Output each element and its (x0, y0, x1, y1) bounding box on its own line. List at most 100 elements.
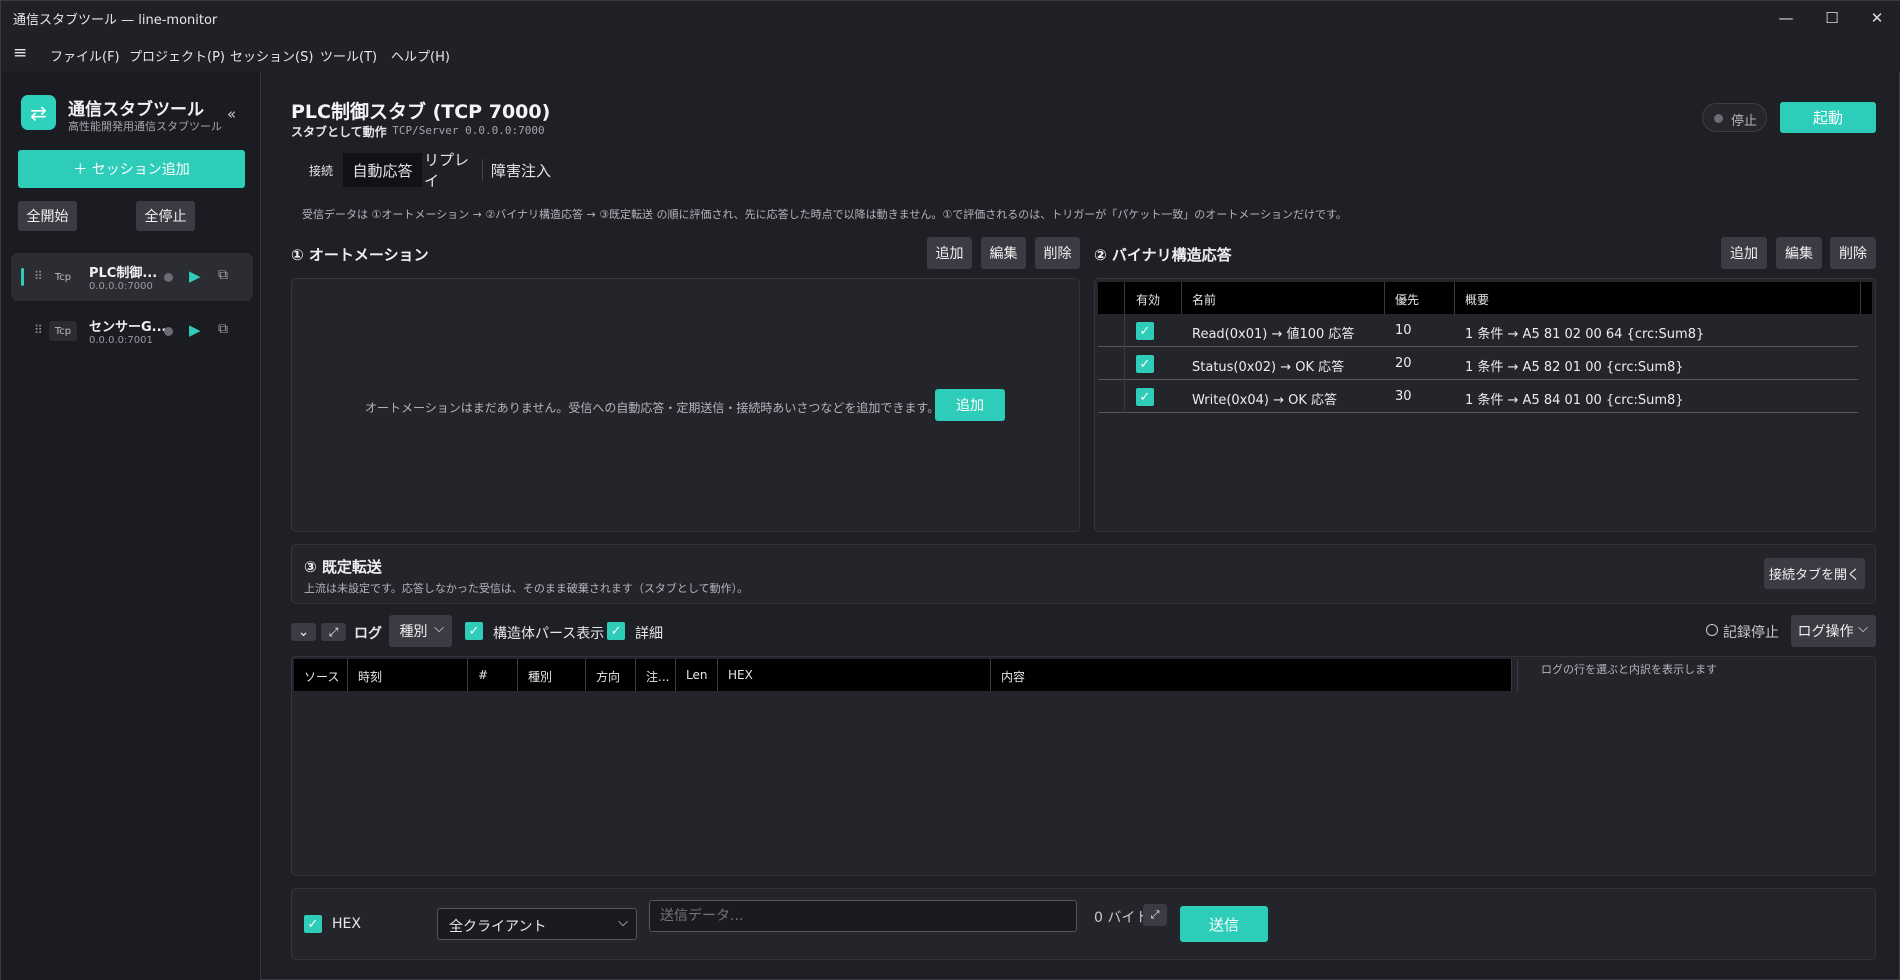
kind-filter-dropdown[interactable]: 種別 ⌵ (389, 615, 452, 647)
binary-delete-button[interactable]: 削除 (1830, 237, 1876, 269)
menu-project[interactable]: プロジェクト(P) (129, 46, 225, 65)
binary-panel: 有効 名前 優先 概要 ✓ Read(0x01) → 値100 応答 10 1 … (1094, 278, 1876, 532)
log-detail-hint: ログの行を選ぶと内訳を表示します (1541, 663, 1717, 676)
session-item-plc[interactable]: ⠿ Tcp PLC制御... 0.0.0.0:7000 ▶ ⧉ (11, 253, 253, 301)
detail-checkbox[interactable]: ✓ (607, 622, 625, 640)
play-icon[interactable]: ▶ (189, 321, 201, 339)
automation-edit-button[interactable]: 編集 (981, 237, 1026, 269)
hamburger-icon[interactable]: ≡ (13, 43, 27, 63)
column-header[interactable]: 注... (646, 668, 669, 685)
start-button[interactable]: 起動 (1780, 102, 1876, 133)
column-header[interactable]: Len (686, 668, 707, 682)
rule-priority: 10 (1395, 323, 1412, 338)
automation-empty-add-button[interactable]: 追加 (935, 389, 1005, 421)
binary-table-header: 有効 名前 優先 概要 (1098, 282, 1872, 314)
log-expand-icon[interactable]: ⤢ (321, 623, 346, 641)
status-dot-icon (164, 327, 173, 336)
tab-replay[interactable]: リプレイ (424, 151, 480, 190)
binary-table-body: ✓ Read(0x01) → 値100 応答 10 1 条件 → A5 81 0… (1098, 314, 1858, 414)
menu-session[interactable]: セッション(S) (230, 46, 313, 65)
tab-auto-response[interactable]: 自動応答 (343, 153, 422, 187)
add-session-button[interactable]: ＋ セッション追加 (18, 150, 245, 188)
table-row[interactable]: ✓ Read(0x01) → 値100 応答 10 1 条件 → A5 81 0… (1098, 314, 1858, 347)
menu-help[interactable]: ヘルプ(H) (391, 46, 450, 65)
automation-empty-text: オートメーションはまだありません。受信への自動応答・定期送信・接続時あいさつなど… (365, 401, 940, 415)
chevron-down-icon: ⌵ (1858, 621, 1868, 636)
detail-label: 詳細 (635, 626, 663, 642)
column-header[interactable]: 種別 (528, 668, 552, 685)
app-window: 通信スタブツール — line-monitor — ☐ ✕ ≡ ファイル(F) … (0, 0, 1900, 980)
maximize-button[interactable]: ☐ (1809, 1, 1855, 34)
byte-count: 0 バイト (1094, 910, 1150, 926)
menu-file[interactable]: ファイル(F) (50, 46, 120, 65)
rule-summary: 1 条件 → A5 82 01 00 {crc:Sum8} (1465, 360, 1684, 375)
column-header[interactable]: ソース (304, 668, 339, 685)
column-header[interactable]: 方向 (596, 668, 620, 685)
log-collapse-icon[interactable]: ⌄ (291, 623, 316, 641)
menu-tools[interactable]: ツール(T) (320, 46, 377, 65)
protocol-badge: Tcp (49, 267, 77, 287)
enabled-checkbox[interactable]: ✓ (1136, 355, 1154, 373)
rule-priority: 30 (1395, 389, 1412, 404)
log-operations-dropdown[interactable]: ログ操作 ⌵ (1791, 615, 1876, 647)
table-row[interactable]: ✓ Write(0x04) → OK 応答 30 1 条件 → A5 84 01… (1098, 380, 1858, 413)
column-header[interactable]: 内容 (1001, 668, 1025, 685)
session-address: 0.0.0.0:7000 (89, 281, 153, 292)
tab-fault-injection[interactable]: 障害注入 (485, 153, 557, 187)
hex-checkbox[interactable]: ✓ (304, 915, 322, 933)
enabled-checkbox[interactable]: ✓ (1136, 388, 1154, 406)
open-connection-tab-button[interactable]: 接続タブを開く (1764, 558, 1865, 589)
automation-add-button[interactable]: 追加 (927, 237, 972, 269)
sidebar: ⇄ 通信スタブツール 高性能開発用通信スタブツール « ＋ セッション追加 全開… (1, 72, 261, 980)
send-button[interactable]: 送信 (1180, 906, 1268, 942)
column-header[interactable]: 優先 (1395, 291, 1419, 308)
duplicate-icon[interactable]: ⧉ (218, 321, 228, 337)
automation-delete-button[interactable]: 削除 (1035, 237, 1080, 269)
session-address: 0.0.0.0:7001 (89, 335, 153, 346)
table-row[interactable]: ✓ Status(0x02) → OK 応答 20 1 条件 → A5 82 0… (1098, 347, 1858, 380)
column-header[interactable]: 名前 (1192, 291, 1216, 308)
column-header[interactable]: 概要 (1465, 291, 1489, 308)
tab-connection[interactable]: 接続 (303, 153, 339, 187)
close-button[interactable]: ✕ (1854, 1, 1900, 34)
struct-parse-label: 構造体パース表示 (493, 626, 605, 642)
title-bar: 通信スタブツール — line-monitor — ☐ ✕ (1, 1, 1900, 34)
column-header[interactable]: HEX (728, 668, 753, 682)
collapse-sidebar-icon[interactable]: « (227, 105, 236, 123)
status-badge: 停止 (1702, 103, 1767, 132)
session-item-sensor[interactable]: ⠿ Tcp センサーG... 0.0.0.0:7001 ▶ ⧉ (11, 307, 253, 355)
struct-parse-checkbox[interactable]: ✓ (465, 622, 483, 640)
evaluation-info: 受信データは ①オートメーション → ②バイナリ構造応答 → ③既定転送 の順に… (302, 208, 1347, 221)
drag-handle-icon[interactable]: ⠿ (34, 269, 43, 283)
log-panel: ソース 時刻 # 種別 方向 注... Len HEX 内容 ログの行を選ぶと内… (291, 656, 1876, 876)
chevron-down-icon: ⌵ (434, 621, 444, 636)
target-client-select[interactable]: 全クライアント ⌵ (437, 908, 637, 940)
expand-input-icon[interactable]: ⤢ (1143, 904, 1167, 926)
rule-summary: 1 条件 → A5 84 01 00 {crc:Sum8} (1465, 393, 1684, 408)
send-data-input[interactable] (649, 900, 1077, 932)
page-title: PLC制御スタブ (TCP 7000) (291, 101, 551, 123)
log-operations-label: ログ操作 (1797, 624, 1854, 640)
detail-splitter[interactable] (1517, 659, 1518, 692)
binary-add-button[interactable]: 追加 (1721, 237, 1767, 269)
enabled-checkbox[interactable]: ✓ (1136, 322, 1154, 340)
minimize-button[interactable]: — (1763, 1, 1809, 34)
drag-handle-icon[interactable]: ⠿ (34, 323, 43, 337)
stop-all-button[interactable]: 全停止 (136, 201, 195, 231)
column-header[interactable]: 有効 (1136, 291, 1160, 308)
record-stop-radio-icon[interactable] (1706, 624, 1718, 636)
kind-filter-value: 種別 (399, 624, 428, 640)
automation-title: ① オートメーション (291, 246, 429, 264)
record-stop-label[interactable]: 記録停止 (1723, 622, 1779, 642)
start-all-button[interactable]: 全開始 (18, 201, 77, 231)
rule-summary: 1 条件 → A5 81 02 00 64 {crc:Sum8} (1465, 327, 1705, 342)
active-indicator (21, 268, 24, 286)
chevron-down-icon: ⌵ (618, 915, 628, 930)
duplicate-icon[interactable]: ⧉ (218, 267, 228, 283)
binary-edit-button[interactable]: 編集 (1776, 237, 1822, 269)
binary-title: ② バイナリ構造応答 (1094, 246, 1232, 264)
play-icon[interactable]: ▶ (189, 267, 201, 285)
log-label: ログ (354, 626, 382, 642)
column-header[interactable]: # (478, 668, 488, 682)
column-header[interactable]: 時刻 (358, 668, 382, 685)
